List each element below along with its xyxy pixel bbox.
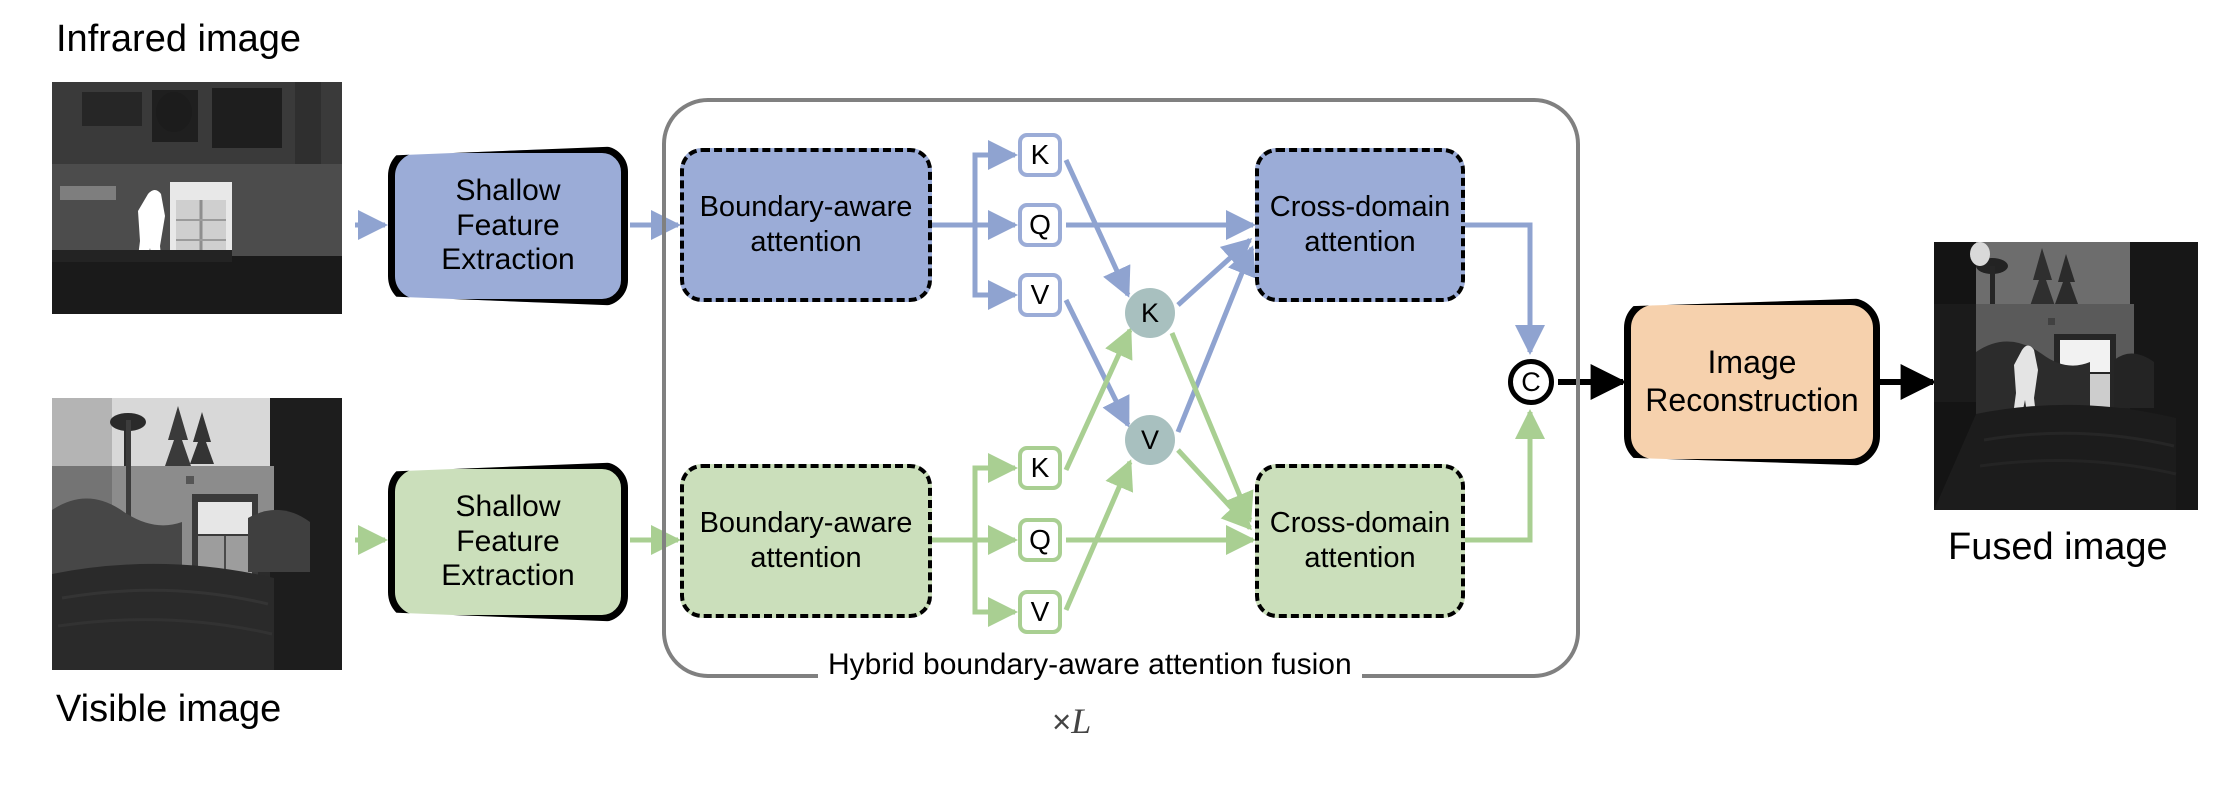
image-reconstruction-block[interactable]: Image Reconstruction bbox=[1624, 298, 1880, 466]
fused-key-node[interactable]: K bbox=[1125, 288, 1175, 338]
sfe-vis-line2: Feature bbox=[456, 524, 560, 558]
diagram-canvas: Infrared image Visible image Shallow Fea… bbox=[0, 0, 2238, 810]
fused-image bbox=[1934, 242, 2198, 510]
ba-vis-line2: attention bbox=[750, 542, 862, 574]
recon-line1: Image bbox=[1707, 344, 1797, 381]
projection-value-infrared[interactable]: V bbox=[1018, 273, 1062, 317]
boundary-aware-attention-visible[interactable]: Boundary-aware attention bbox=[680, 464, 932, 618]
sfe-ir-line3: Extraction bbox=[441, 243, 575, 277]
sfe-vis-line3: Extraction bbox=[441, 559, 575, 593]
projection-key-visible[interactable]: K bbox=[1018, 446, 1062, 490]
infrared-image bbox=[52, 82, 342, 314]
shallow-feature-extraction-infrared[interactable]: Shallow Feature Extraction bbox=[388, 146, 628, 306]
cd-ir-line1: Cross-domain bbox=[1269, 191, 1451, 224]
cd-vis-line1: Cross-domain bbox=[1269, 507, 1451, 540]
cross-domain-attention-visible[interactable]: Cross-domain attention bbox=[1255, 464, 1465, 618]
cross-domain-attention-infrared[interactable]: Cross-domain attention bbox=[1255, 148, 1465, 302]
projection-query-visible[interactable]: Q bbox=[1018, 518, 1062, 562]
infrared-caption: Infrared image bbox=[56, 18, 302, 60]
fusion-frame-label: Hybrid boundary-aware attention fusion bbox=[818, 648, 1362, 682]
concatenation-node[interactable]: C bbox=[1508, 359, 1554, 405]
projection-value-visible[interactable]: V bbox=[1018, 590, 1062, 634]
fused-caption: Fused image bbox=[1948, 526, 2168, 568]
ba-vis-line1: Boundary-aware bbox=[699, 507, 913, 540]
recon-line2: Reconstruction bbox=[1645, 382, 1859, 418]
ba-ir-line1: Boundary-aware bbox=[699, 191, 913, 224]
visible-image bbox=[52, 398, 342, 670]
repeat-count-label: ×L bbox=[1052, 700, 1091, 742]
sfe-ir-line2: Feature bbox=[456, 208, 560, 242]
ba-ir-line2: attention bbox=[750, 226, 862, 258]
repeat-times-symbol: × bbox=[1052, 703, 1072, 740]
projection-key-infrared[interactable]: K bbox=[1018, 133, 1062, 177]
visible-caption: Visible image bbox=[56, 688, 282, 730]
boundary-aware-attention-infrared[interactable]: Boundary-aware attention bbox=[680, 148, 932, 302]
sfe-vis-line1: Shallow bbox=[455, 489, 561, 523]
fused-value-node[interactable]: V bbox=[1125, 415, 1175, 465]
shallow-feature-extraction-visible[interactable]: Shallow Feature Extraction bbox=[388, 462, 628, 622]
repeat-layer-symbol: L bbox=[1071, 701, 1092, 741]
cd-vis-line2: attention bbox=[1304, 542, 1416, 574]
sfe-ir-line1: Shallow bbox=[455, 173, 561, 207]
projection-query-infrared[interactable]: Q bbox=[1018, 203, 1062, 247]
cd-ir-line2: attention bbox=[1304, 226, 1416, 258]
